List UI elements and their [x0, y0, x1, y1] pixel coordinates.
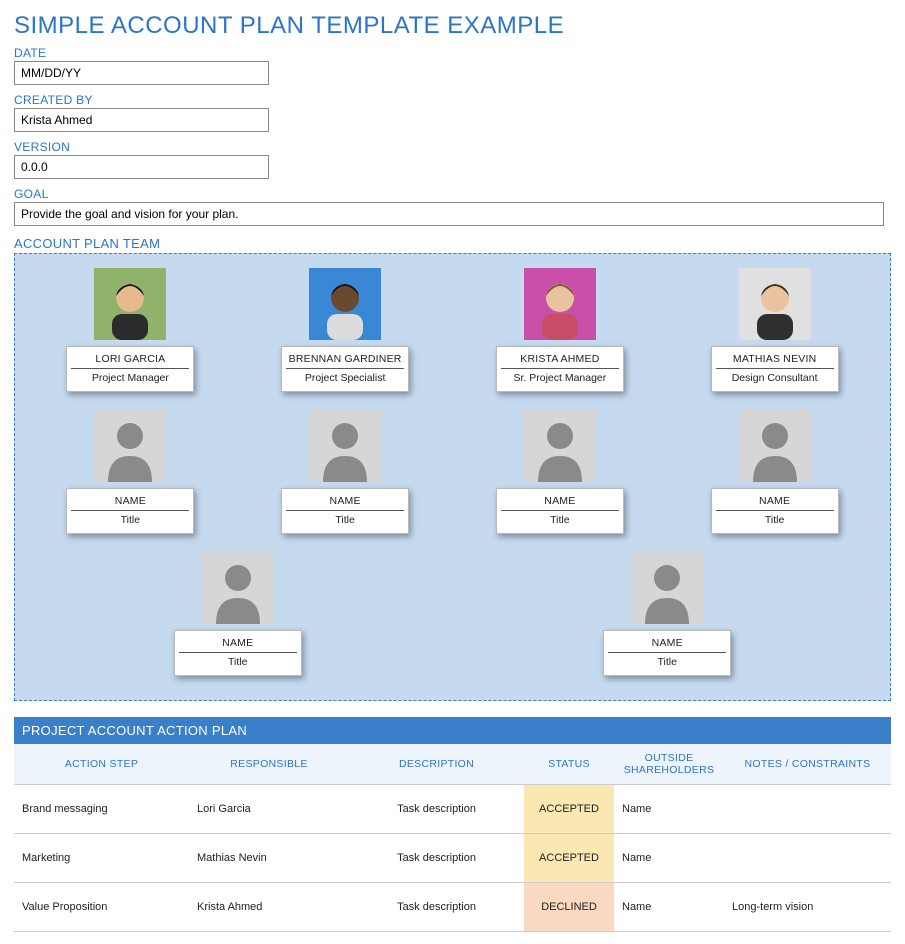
member-title: Project Manager: [71, 372, 189, 384]
col-shareholders: OUTSIDE SHAREHOLDERS: [614, 744, 724, 785]
member-name: NAME: [71, 495, 189, 511]
team-heading: ACCOUNT PLAN TEAM: [14, 236, 891, 251]
plan-heading: PROJECT ACCOUNT ACTION PLAN: [14, 717, 891, 744]
team-member: NAME Title: [265, 410, 425, 534]
col-status: STATUS: [524, 744, 614, 785]
member-card: NAME Title: [711, 488, 839, 534]
label-goal: GOAL: [14, 187, 891, 201]
team-member: NAME Title: [50, 410, 210, 534]
team-member: LORI GARCIA Project Manager: [50, 268, 210, 392]
member-title: Title: [71, 514, 189, 526]
avatar: [309, 410, 381, 482]
team-member: KRISTA AHMED Sr. Project Manager: [480, 268, 640, 392]
member-card: NAME Title: [174, 630, 302, 676]
avatar: [631, 552, 703, 624]
cell-description[interactable]: Task description: [349, 883, 524, 932]
member-name: MATHIAS NEVIN: [716, 353, 834, 369]
cell-shareholders[interactable]: Name: [614, 883, 724, 932]
avatar: [524, 268, 596, 340]
col-action: ACTION STEP: [14, 744, 189, 785]
member-title: Sr. Project Manager: [501, 372, 619, 384]
member-title: Title: [608, 656, 726, 668]
member-name: KRISTA AHMED: [501, 353, 619, 369]
avatar: [739, 410, 811, 482]
table-row: MarketingMathias NevinTask descriptionAC…: [14, 834, 891, 883]
member-name: LORI GARCIA: [71, 353, 189, 369]
team-member: NAME Title: [695, 410, 855, 534]
member-name: NAME: [179, 637, 297, 653]
cell-description[interactable]: Task description: [349, 834, 524, 883]
plan-table: ACTION STEP RESPONSIBLE DESCRIPTION STAT…: [14, 744, 891, 932]
cell-shareholders[interactable]: Name: [614, 785, 724, 834]
member-card: NAME Title: [496, 488, 624, 534]
team-member: NAME Title: [587, 552, 747, 676]
avatar: [309, 268, 381, 340]
member-title: Project Specialist: [286, 372, 404, 384]
avatar: [94, 268, 166, 340]
team-member: BRENNAN GARDINER Project Specialist: [265, 268, 425, 392]
member-card: NAME Title: [603, 630, 731, 676]
avatar: [739, 268, 811, 340]
input-created-by[interactable]: [14, 108, 269, 132]
team-panel: LORI GARCIA Project Manager BRENNAN GARDIN…: [14, 253, 891, 701]
label-date: DATE: [14, 46, 891, 60]
team-member: MATHIAS NEVIN Design Consultant: [695, 268, 855, 392]
page-title: SIMPLE ACCOUNT PLAN TEMPLATE EXAMPLE: [14, 12, 891, 40]
col-notes: NOTES / CONSTRAINTS: [724, 744, 891, 785]
team-member: NAME Title: [480, 410, 640, 534]
cell-status[interactable]: DECLINED: [524, 883, 614, 932]
member-title: Design Consultant: [716, 372, 834, 384]
field-date: DATE: [14, 46, 891, 85]
plan-header-row: ACTION STEP RESPONSIBLE DESCRIPTION STAT…: [14, 744, 891, 785]
member-title: Title: [501, 514, 619, 526]
member-title: Title: [286, 514, 404, 526]
avatar: [94, 410, 166, 482]
col-description: DESCRIPTION: [349, 744, 524, 785]
member-name: BRENNAN GARDINER: [286, 353, 404, 369]
cell-notes[interactable]: [724, 785, 891, 834]
cell-responsible[interactable]: Mathias Nevin: [189, 834, 349, 883]
cell-status[interactable]: ACCEPTED: [524, 785, 614, 834]
cell-action[interactable]: Marketing: [14, 834, 189, 883]
cell-status[interactable]: ACCEPTED: [524, 834, 614, 883]
cell-notes[interactable]: Long-term vision: [724, 883, 891, 932]
avatar: [524, 410, 596, 482]
member-card: MATHIAS NEVIN Design Consultant: [711, 346, 839, 392]
cell-notes[interactable]: [724, 834, 891, 883]
col-responsible: RESPONSIBLE: [189, 744, 349, 785]
member-card: KRISTA AHMED Sr. Project Manager: [496, 346, 624, 392]
member-name: NAME: [716, 495, 834, 511]
cell-description[interactable]: Task description: [349, 785, 524, 834]
field-goal: GOAL: [14, 187, 891, 226]
cell-action[interactable]: Value Proposition: [14, 883, 189, 932]
cell-responsible[interactable]: Lori Garcia: [189, 785, 349, 834]
input-date[interactable]: [14, 61, 269, 85]
member-name: NAME: [501, 495, 619, 511]
input-version[interactable]: [14, 155, 269, 179]
team-member: NAME Title: [158, 552, 318, 676]
cell-responsible[interactable]: Krista Ahmed: [189, 883, 349, 932]
member-name: NAME: [286, 495, 404, 511]
member-card: NAME Title: [66, 488, 194, 534]
label-created-by: CREATED BY: [14, 93, 891, 107]
member-name: NAME: [608, 637, 726, 653]
cell-action[interactable]: Brand messaging: [14, 785, 189, 834]
field-version: VERSION: [14, 140, 891, 179]
field-created-by: CREATED BY: [14, 93, 891, 132]
member-title: Title: [716, 514, 834, 526]
cell-shareholders[interactable]: Name: [614, 834, 724, 883]
member-card: LORI GARCIA Project Manager: [66, 346, 194, 392]
member-title: Title: [179, 656, 297, 668]
table-row: Brand messagingLori GarciaTask descripti…: [14, 785, 891, 834]
member-card: NAME Title: [281, 488, 409, 534]
member-card: BRENNAN GARDINER Project Specialist: [281, 346, 409, 392]
label-version: VERSION: [14, 140, 891, 154]
input-goal[interactable]: [14, 202, 884, 226]
avatar: [202, 552, 274, 624]
table-row: Value PropositionKrista AhmedTask descri…: [14, 883, 891, 932]
